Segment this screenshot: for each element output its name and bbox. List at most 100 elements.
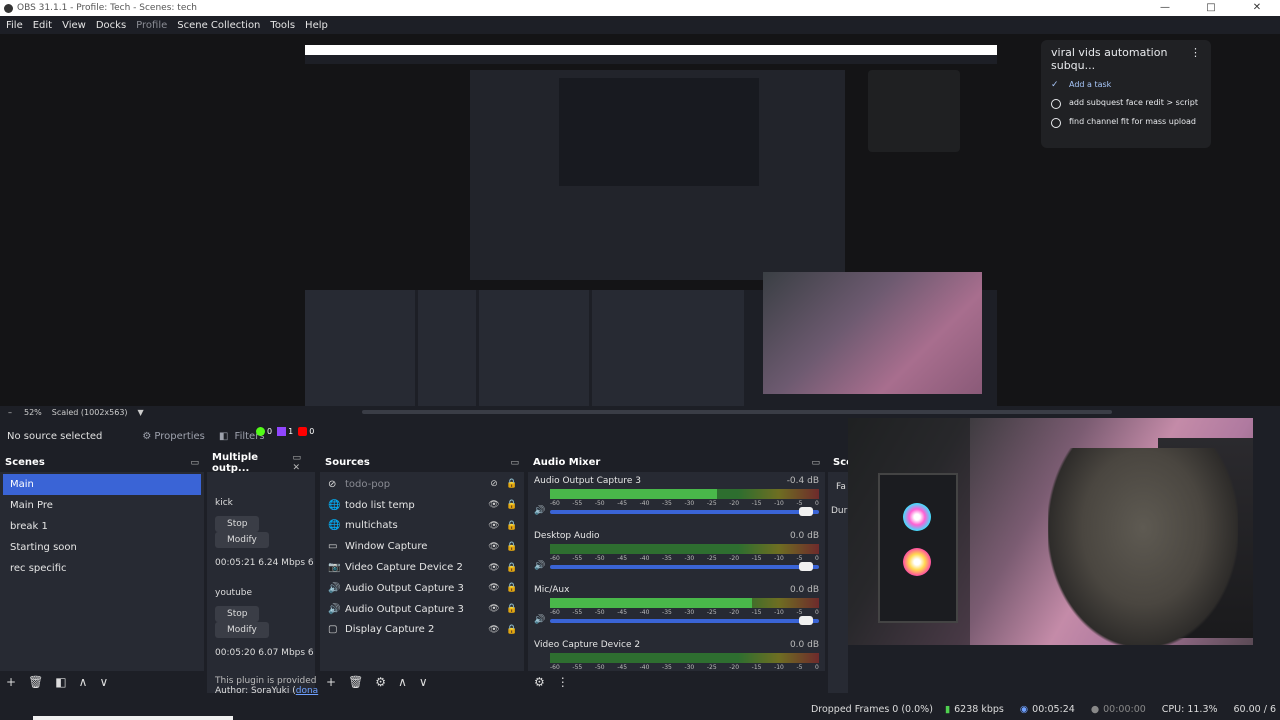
source-item[interactable]: 🌐 todo list temp 👁 🔒: [323, 495, 521, 516]
volume-slider-knob[interactable]: [799, 507, 813, 516]
add-scene-icon[interactable]: +: [6, 675, 16, 689]
tick-label: -10: [774, 554, 784, 562]
source-item[interactable]: ▭ Window Capture 👁 🔒: [323, 536, 521, 557]
scale-mode[interactable]: Scaled (1002x563): [52, 408, 128, 417]
volume-slider[interactable]: [550, 507, 819, 516]
volume-slider-knob[interactable]: [799, 561, 813, 571]
menu-tools[interactable]: Tools: [270, 20, 295, 31]
sources-dock: Sources ▭ ⊘ todo-pop ⊘ 🔒 🌐 todo list temp 👁 🔒 🌐…: [320, 453, 524, 693]
tick-label: -40: [639, 663, 650, 671]
mixer-channel: Desktop Audio 0.0 dB -60 -55 -50 -45 -40 -35 -30…: [528, 527, 825, 582]
donate-link[interactable]: dona: [296, 686, 318, 696]
stop-button[interactable]: Stop: [215, 606, 260, 622]
menu-scene-collection[interactable]: Scene Collection: [177, 20, 260, 31]
menu-file[interactable]: File: [6, 20, 23, 31]
mute-speaker-icon[interactable]: 🔊: [534, 561, 545, 571]
maximize-button[interactable]: □: [1188, 0, 1234, 16]
source-item[interactable]: 🌐 multichats 👁 🔒: [323, 516, 521, 537]
scene-item-starting-soon[interactable]: Starting soon: [3, 537, 201, 558]
lock-icon[interactable]: 🔒: [503, 479, 521, 489]
rgb-fan-image: [903, 503, 931, 531]
menu-view[interactable]: View: [62, 20, 86, 31]
zoom-out-icon[interactable]: –: [8, 408, 12, 417]
eye-icon[interactable]: 👁: [485, 521, 503, 531]
todo-overlay: viral vids automation subqu... ⋮ ✓ Add a…: [1041, 40, 1211, 148]
source-item[interactable]: 🔊 Audio Output Capture 3 👁 🔒: [323, 578, 521, 599]
close-button[interactable]: ✕: [1234, 0, 1280, 16]
scene-item-rec-specific[interactable]: rec specific: [3, 558, 201, 579]
zoom-level[interactable]: 52%: [24, 408, 42, 417]
source-properties-icon[interactable]: ⚙: [375, 675, 386, 689]
menu-edit[interactable]: Edit: [33, 20, 52, 31]
fade-label[interactable]: Fa: [828, 482, 848, 492]
menu-help[interactable]: Help: [305, 20, 328, 31]
tick-label: -60: [550, 663, 560, 671]
mixer-menu-icon[interactable]: ⋮: [557, 675, 569, 689]
preview-horizontal-scrollbar[interactable]: [362, 410, 1112, 414]
mute-speaker-icon[interactable]: 🔊: [534, 506, 545, 516]
nested-camera-feed: [763, 272, 982, 394]
source-item[interactable]: 🔊 Audio Output Capture 3 👁 🔒: [323, 599, 521, 620]
source-item[interactable]: ⊘ todo-pop ⊘ 🔒: [323, 474, 521, 495]
modify-button[interactable]: Modify: [215, 532, 269, 548]
move-up-icon[interactable]: ∧: [79, 675, 88, 689]
advanced-audio-icon[interactable]: ⚙: [534, 675, 545, 689]
modify-button[interactable]: Modify: [215, 622, 269, 638]
eye-icon[interactable]: 👁: [485, 583, 503, 593]
todo-task: add subquest face redit > script: [1051, 98, 1201, 109]
volume-slider[interactable]: [550, 616, 819, 625]
lock-icon[interactable]: 🔒: [503, 500, 521, 510]
lock-icon[interactable]: 🔒: [503, 625, 521, 635]
volume-slider-knob[interactable]: [799, 616, 813, 625]
eye-icon[interactable]: 👁: [485, 625, 503, 635]
tick-label: -10: [774, 500, 784, 507]
menu-docks[interactable]: Docks: [96, 20, 126, 31]
eye-icon[interactable]: 👁: [485, 542, 503, 552]
remove-source-icon[interactable]: 🗑: [348, 675, 363, 689]
scene-filters-icon[interactable]: ◧: [55, 675, 66, 689]
eye-icon[interactable]: 👁: [485, 604, 503, 614]
dock-menu-icon[interactable]: ▭: [811, 458, 820, 468]
lock-icon[interactable]: 🔒: [503, 542, 521, 552]
scale-dropdown-icon[interactable]: ▼: [138, 408, 144, 417]
eye-icon[interactable]: 👁: [485, 500, 503, 510]
tick-label: -30: [684, 663, 695, 671]
dock-menu-icon[interactable]: ▭: [190, 458, 199, 468]
dock-menu-icon[interactable]: ▭: [510, 458, 519, 468]
scene-item-main-pre[interactable]: Main Pre: [3, 495, 201, 516]
move-up-icon[interactable]: ∧: [398, 675, 407, 689]
tick-label: -45: [617, 500, 628, 507]
add-source-icon[interactable]: +: [326, 675, 336, 689]
todo-title: viral vids automation subqu...: [1051, 46, 1168, 72]
move-down-icon[interactable]: ∨: [99, 675, 108, 689]
tick-label: -10: [774, 609, 784, 616]
move-down-icon[interactable]: ∨: [419, 675, 428, 689]
volume-meter: [550, 489, 819, 499]
lock-icon[interactable]: 🔒: [503, 563, 521, 573]
tick-label: -25: [706, 554, 717, 562]
scene-item-main[interactable]: Main: [3, 474, 201, 495]
filter-icon: ◧: [218, 430, 229, 442]
hidden-eye-icon[interactable]: ⊘: [485, 479, 503, 489]
todo-task: find channel fit for mass upload: [1051, 117, 1201, 128]
dock-close-icon[interactable]: ▭ ✕: [292, 453, 310, 473]
obs-logo-icon: [4, 3, 13, 13]
lock-icon[interactable]: 🔒: [503, 583, 521, 593]
properties-button[interactable]: ⚙ Properties: [142, 431, 205, 442]
eye-icon[interactable]: 👁: [485, 563, 503, 573]
menu-profile[interactable]: Profile: [136, 20, 167, 31]
lock-icon[interactable]: 🔒: [503, 521, 521, 531]
tick-label: -50: [594, 554, 605, 562]
minimize-button[interactable]: —: [1142, 0, 1188, 16]
source-item[interactable]: 📷 Video Capture Device 2 👁 🔒: [323, 557, 521, 578]
mute-speaker-icon[interactable]: 🔊: [534, 615, 545, 625]
tick-label: -30: [684, 609, 695, 616]
youtube-icon: [298, 426, 308, 436]
remove-scene-icon[interactable]: 🗑: [28, 675, 43, 689]
tick-label: -15: [751, 663, 762, 671]
volume-slider[interactable]: [550, 561, 819, 571]
stop-button[interactable]: Stop: [215, 516, 260, 532]
lock-icon[interactable]: 🔒: [503, 604, 521, 614]
scene-item-break-1[interactable]: break 1: [3, 516, 201, 537]
source-item[interactable]: ▢ Display Capture 2 👁 🔒: [323, 620, 521, 641]
